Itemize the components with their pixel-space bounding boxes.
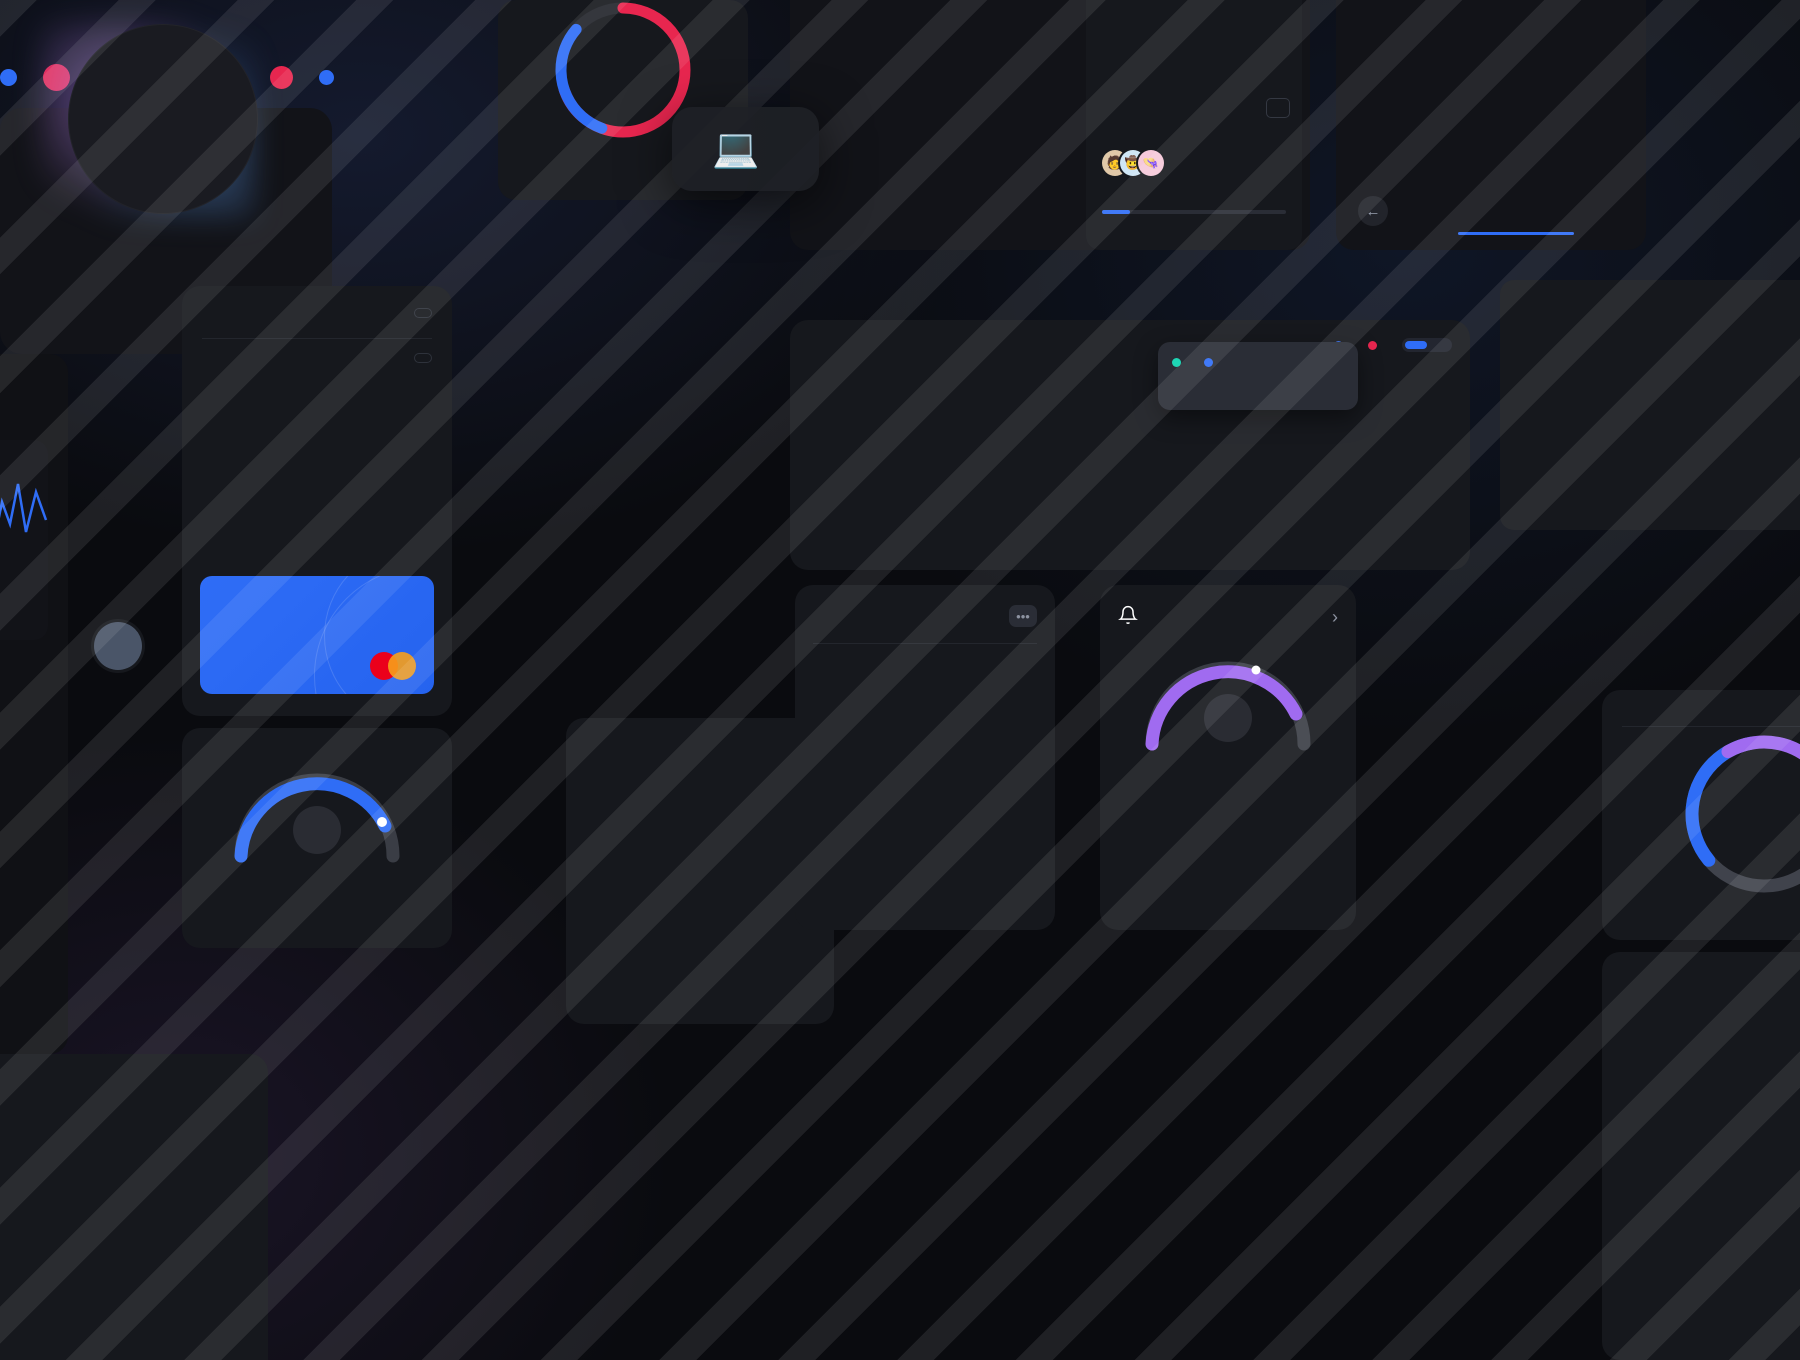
seat-dot[interactable] xyxy=(319,70,334,85)
figma-avatar-group: 🧑 🤠 👒 xyxy=(1102,150,1164,176)
visits-see-all-button[interactable] xyxy=(414,308,432,318)
bell-icon xyxy=(1118,605,1138,630)
figma-progress-track xyxy=(1102,210,1286,214)
right-recent-activities-card xyxy=(1602,952,1800,1360)
laptop-icon: 💻 xyxy=(712,128,760,170)
period-toggle[interactable] xyxy=(1402,338,1452,352)
overall-progress-card xyxy=(1602,690,1800,940)
notifications-gauge xyxy=(1138,648,1318,751)
left-mini-chart xyxy=(0,440,48,640)
tooltip-value-2 xyxy=(1204,358,1220,367)
tooltip-value-1 xyxy=(1172,358,1188,367)
avatar: 👒 xyxy=(1138,150,1164,176)
figma-card-action[interactable] xyxy=(1266,98,1290,118)
recent-activities-list xyxy=(0,1088,268,1102)
overall-progress-donut xyxy=(1602,733,1800,903)
visits-by-location-card xyxy=(182,286,452,716)
total-earning-card xyxy=(566,718,834,1024)
projects-card: ••• xyxy=(795,585,1055,930)
chart-tooltip xyxy=(1158,342,1358,410)
figma-ui-kit-card: 🧑 🤠 👒 xyxy=(1086,0,1302,250)
seat-dot[interactable] xyxy=(270,66,293,89)
store-statistics-card xyxy=(790,320,1470,570)
top-search-placeholder xyxy=(0,0,520,12)
more-icon[interactable]: ••• xyxy=(1009,605,1037,627)
figma-progress-fill xyxy=(1102,210,1130,214)
overall-progress-svg xyxy=(1685,735,1800,893)
seats-back-button[interactable]: ← xyxy=(1358,196,1398,226)
seats-tab-underline xyxy=(1458,232,1574,235)
app-root: 🧑 🤠 👒 ← ••• › 💻 xyxy=(0,0,1800,1360)
divider xyxy=(1622,726,1800,727)
credit-card[interactable] xyxy=(200,576,434,694)
right-recent-list xyxy=(1602,980,1800,992)
tooltip-date xyxy=(1158,342,1358,358)
toggle-monthly[interactable] xyxy=(1427,341,1449,349)
rocket-icon xyxy=(293,806,341,854)
notifications-card: › xyxy=(1100,585,1356,930)
store-statistics-right-partial xyxy=(1500,280,1800,530)
auto-layout-badge: 💻 xyxy=(672,107,820,191)
seat-dot[interactable] xyxy=(0,69,17,86)
satisfaction-rate-card xyxy=(182,728,452,948)
choose-seats-card: ← xyxy=(1336,0,1646,250)
toggle-daily[interactable] xyxy=(1405,341,1427,349)
fire-icon xyxy=(1204,694,1252,742)
projects-grid xyxy=(795,644,1055,658)
mastercard-icon xyxy=(370,652,416,680)
visits-list xyxy=(182,328,452,330)
legend-total-balance xyxy=(1368,340,1384,350)
your-cards-see-all-button[interactable] xyxy=(414,353,432,363)
recent-activities-card xyxy=(0,1054,268,1360)
chevron-right-icon[interactable]: › xyxy=(1332,607,1338,628)
total-earning-bars xyxy=(586,760,814,920)
avatar[interactable] xyxy=(94,622,142,670)
arrow-left-icon: ← xyxy=(1358,196,1388,226)
store-statistics-plot xyxy=(790,370,1470,526)
left-mini-chart-line xyxy=(0,483,48,533)
satisfaction-gauge xyxy=(227,760,407,863)
